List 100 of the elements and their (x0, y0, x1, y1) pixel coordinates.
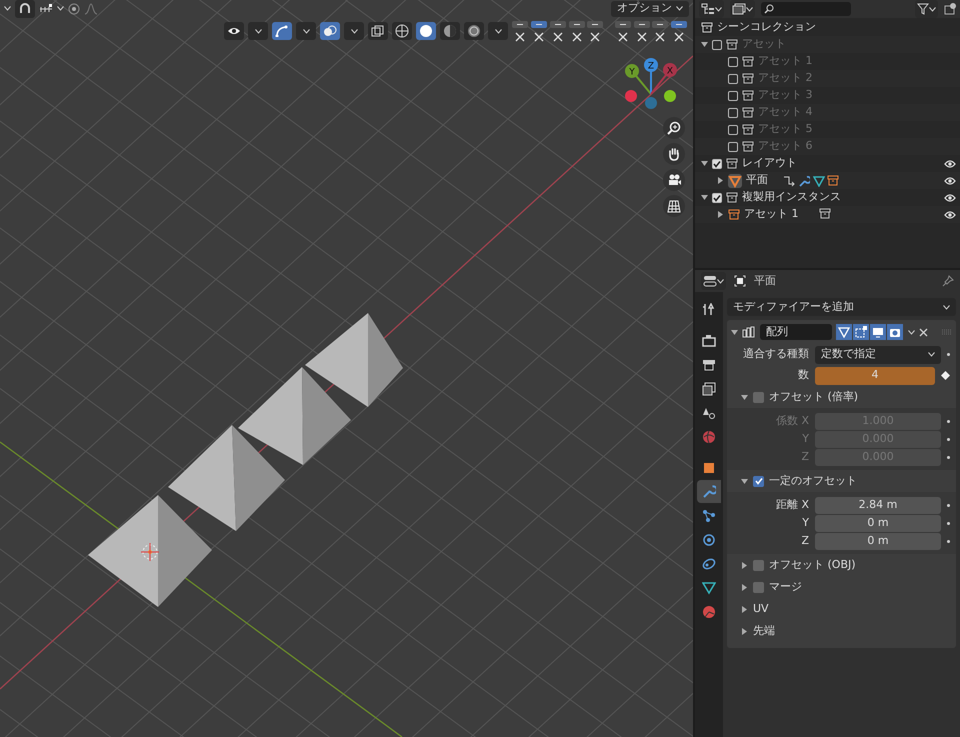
section-title[interactable]: 一定のオフセット (769, 472, 857, 490)
decorator-dot-icon[interactable] (947, 504, 950, 506)
checkbox[interactable] (753, 582, 764, 592)
navigation-button[interactable] (663, 195, 685, 217)
dropdown-button[interactable] (248, 22, 268, 40)
navigation-button[interactable] (663, 169, 685, 191)
shading-mode-button[interactable] (392, 22, 412, 40)
options-menu[interactable]: オプション (611, 0, 689, 16)
modifier-toggle-button[interactable] (870, 324, 886, 340)
disclosure-triangle-icon[interactable] (701, 160, 708, 167)
falloff-curve-icon[interactable] (84, 2, 98, 14)
disclosure-triangle-icon[interactable] (741, 394, 748, 400)
cage-icon (855, 326, 867, 338)
axis-handle[interactable] (664, 90, 676, 102)
number-field[interactable]: 2.84 m (815, 496, 941, 514)
navigation-button[interactable] (663, 143, 685, 165)
checkbox[interactable] (728, 108, 738, 118)
modifier-toggle-button[interactable] (836, 324, 852, 340)
checkbox[interactable] (728, 142, 738, 152)
pin-icon[interactable] (942, 275, 954, 287)
dropdown-button[interactable] (344, 22, 364, 40)
axis-handle[interactable] (644, 58, 658, 72)
modifier-toggle-button[interactable] (853, 324, 869, 340)
viewport-toggle-button[interactable] (224, 22, 244, 40)
snap-magnet-icon[interactable] (15, 0, 35, 18)
filter-button[interactable] (915, 0, 938, 18)
filter-type-button[interactable] (730, 0, 755, 18)
disclosure-triangle-icon[interactable] (701, 41, 708, 48)
eye-icon[interactable] (944, 210, 956, 220)
fit-type-dropdown[interactable]: 定数で指定 (815, 346, 941, 364)
checkbox[interactable] (728, 56, 738, 66)
disclosure-triangle-icon[interactable] (717, 177, 724, 184)
add-modifier-dropdown[interactable]: モディファイアーを追加 (727, 298, 956, 316)
shading-mode-button[interactable] (440, 22, 460, 40)
modifier-name-field[interactable]: 配列 (760, 324, 832, 340)
eye-icon[interactable] (944, 158, 956, 168)
decorator-dot-icon[interactable] (947, 420, 950, 422)
layer-toggle-icon[interactable] (531, 20, 547, 42)
drag-handle-icon[interactable] (942, 329, 952, 335)
checkbox[interactable] (712, 158, 722, 168)
section-title[interactable]: マージ (769, 578, 802, 596)
shading-mode-button[interactable] (416, 22, 436, 40)
disclosure-triangle-icon[interactable] (741, 628, 748, 634)
disclosure-triangle-icon[interactable] (741, 584, 748, 590)
layer-toggle-icon[interactable] (634, 20, 650, 42)
decorator-dot-icon[interactable] (947, 438, 950, 440)
viewport-toggle-button[interactable] (368, 22, 388, 40)
modifier-toggle-button[interactable] (887, 324, 903, 340)
layer-toggle-icon[interactable] (550, 20, 566, 42)
decorator-dot-icon[interactable] (947, 456, 950, 458)
checkbox[interactable] (712, 40, 722, 50)
keyframe-diamond-icon[interactable] (941, 371, 950, 380)
viewport-toggle-button[interactable] (272, 22, 292, 40)
section-title[interactable]: 先端 (753, 622, 775, 640)
wireframe-sphere-icon (395, 24, 410, 38)
checkbox[interactable] (753, 476, 764, 486)
display-mode-button[interactable] (699, 0, 724, 18)
section-title[interactable]: オフセット (倍率) (769, 388, 858, 406)
checkbox[interactable] (728, 74, 738, 84)
decorator-dot-icon[interactable] (947, 353, 950, 356)
checkbox[interactable] (728, 124, 738, 134)
number-field[interactable]: 0 m (815, 532, 941, 550)
proportional-edit-icon[interactable] (68, 2, 80, 14)
decorator-dot-icon[interactable] (947, 522, 950, 524)
search-field[interactable] (761, 2, 851, 16)
section-title[interactable]: UV (753, 600, 769, 618)
navigation-button[interactable] (663, 117, 685, 139)
layer-toggle-icon[interactable] (587, 20, 604, 42)
eye-icon[interactable] (944, 192, 956, 202)
layer-toggle-icon[interactable] (671, 20, 687, 42)
checkbox[interactable] (753, 560, 764, 570)
editor-type-button[interactable] (701, 272, 726, 290)
dropdown-button[interactable] (296, 22, 316, 40)
decorator-dot-icon[interactable] (947, 540, 950, 542)
viewport-toggle-button[interactable] (320, 22, 340, 40)
disclosure-triangle-icon[interactable] (731, 328, 738, 336)
layer-toggle-icon[interactable] (512, 20, 528, 42)
axis-handle[interactable] (625, 64, 639, 78)
axis-handle[interactable] (663, 63, 677, 77)
shading-mode-button[interactable] (464, 22, 484, 40)
layer-toggle-icon[interactable] (614, 20, 631, 42)
layer-toggle-icon[interactable] (568, 20, 584, 42)
disclosure-triangle-icon[interactable] (741, 478, 748, 484)
disclosure-triangle-icon[interactable] (741, 606, 748, 612)
disclosure-triangle-icon[interactable] (717, 211, 724, 218)
disclosure-triangle-icon[interactable] (701, 194, 708, 201)
section-title[interactable]: オフセット (OBJ) (769, 556, 856, 574)
snap-increment-icon[interactable] (39, 4, 53, 14)
close-icon[interactable] (919, 328, 928, 336)
eye-icon[interactable] (944, 176, 956, 186)
layer-toggle-icon[interactable] (652, 20, 668, 42)
axis-handle[interactable] (645, 97, 657, 109)
checkbox[interactable] (728, 90, 738, 100)
checkbox[interactable] (753, 392, 764, 402)
new-collection-icon[interactable] (944, 3, 956, 15)
disclosure-triangle-icon[interactable] (741, 562, 748, 568)
axis-handle[interactable] (625, 90, 637, 102)
dropdown-button[interactable] (488, 22, 508, 40)
checkbox[interactable] (712, 192, 722, 202)
number-field[interactable]: 0 m (815, 514, 941, 532)
